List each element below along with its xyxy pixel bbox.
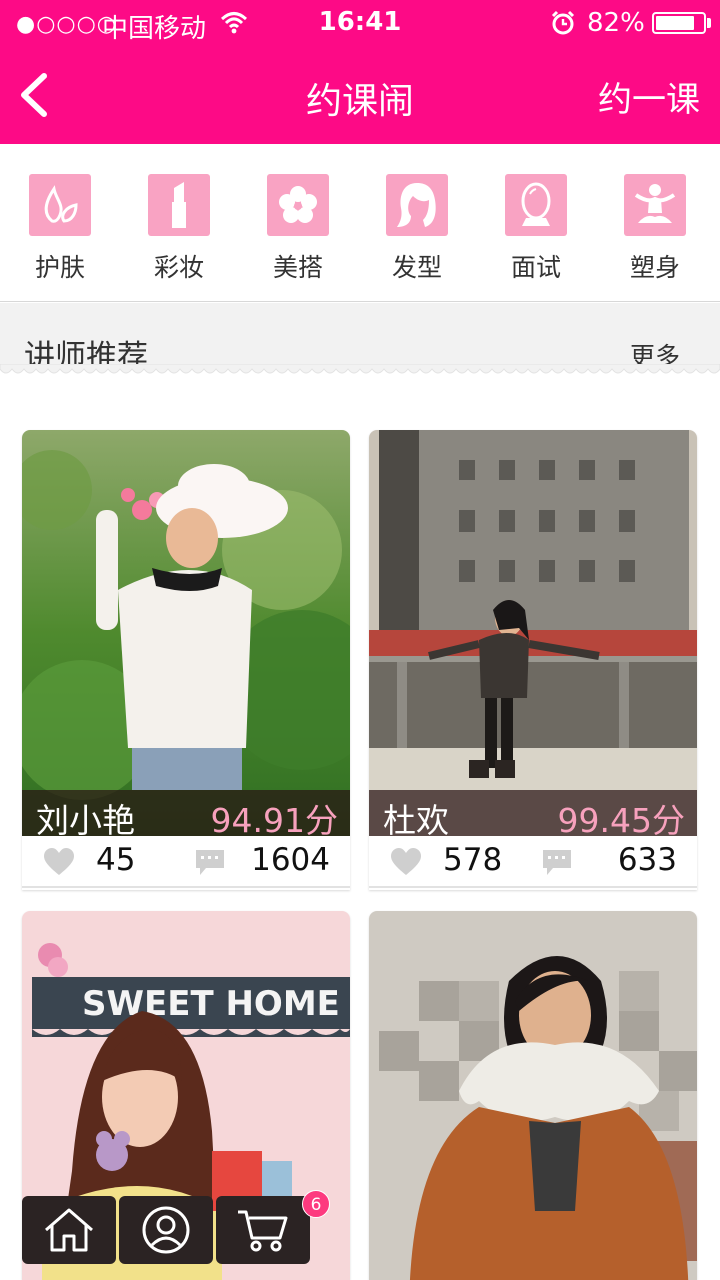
teacher-score: 99.45分 (557, 801, 685, 840)
yoga-icon (624, 174, 686, 236)
comment-icon[interactable] (543, 850, 571, 876)
category-label: 彩妆 (153, 253, 204, 282)
category-body-shaping[interactable]: 塑身 (595, 174, 715, 284)
nav-bar: 约课闹 约一课 (0, 46, 720, 144)
hair-icon (386, 174, 448, 236)
comment-icon[interactable] (196, 850, 224, 876)
battery-tip (707, 18, 711, 28)
teacher-photo (369, 911, 697, 1280)
lipstick-icon (148, 174, 210, 236)
comment-count: 633 (617, 842, 677, 878)
category-skincare[interactable]: 护肤 (0, 174, 120, 284)
battery-percent: 82% (587, 8, 645, 38)
category-label: 面试 (510, 253, 561, 282)
skincare-icon (29, 174, 91, 236)
flower-icon (267, 174, 329, 236)
like-count: 45 (96, 842, 136, 878)
comment-count: 1604 (251, 842, 330, 878)
heart-icon[interactable] (44, 848, 74, 876)
category-hairstyle[interactable]: 发型 (357, 174, 477, 284)
battery-icon (652, 12, 706, 34)
book-class-button[interactable]: 约一课 (598, 72, 700, 121)
recommended-teachers-header: 讲师推荐 更多 (0, 303, 720, 375)
teacher-info-bar: 杜欢 99.45分 (369, 790, 697, 840)
teacher-card[interactable]: 刘小艳 94.91分 45 1604 (22, 430, 350, 890)
teacher-score: 94.91分 (210, 801, 338, 840)
teacher-card[interactable]: 杜欢 99.45分 578 633 (369, 430, 697, 890)
like-count: 578 (443, 842, 503, 878)
teacher-name: 刘小艳 (36, 801, 135, 840)
teacher-photo (22, 430, 350, 836)
category-label: 护肤 (34, 253, 85, 282)
photo-sign: SWEET HOME (82, 984, 340, 1024)
category-outfit[interactable]: 美搭 (238, 174, 358, 284)
tab-cart[interactable] (216, 1196, 310, 1264)
teacher-name: 杜欢 (383, 801, 449, 840)
teacher-photo (369, 430, 697, 836)
status-bar: ●○○○○ 中国移动 16:41 82% (0, 0, 720, 46)
heart-icon[interactable] (391, 848, 421, 876)
tab-profile[interactable] (119, 1196, 213, 1264)
category-makeup[interactable]: 彩妆 (119, 174, 239, 284)
battery-level (656, 16, 694, 30)
category-label: 发型 (391, 253, 442, 282)
tab-home[interactable] (22, 1196, 116, 1264)
scallop-divider (0, 364, 720, 374)
teacher-stats: 578 633 (369, 836, 697, 888)
profile-icon (142, 1206, 190, 1254)
category-interview[interactable]: 面试 (476, 174, 596, 284)
teacher-stats: 45 1604 (22, 836, 350, 888)
alarm-icon (551, 10, 575, 35)
mirror-icon (505, 174, 567, 236)
category-label: 塑身 (629, 253, 680, 282)
teacher-info-bar: 刘小艳 94.91分 (22, 790, 350, 840)
home-icon (45, 1208, 93, 1252)
cart-icon (238, 1210, 288, 1252)
category-label: 美搭 (272, 253, 323, 282)
teacher-card[interactable] (369, 911, 697, 1280)
category-bar: 护肤 彩妆 美搭 发型 面试 塑身 (0, 144, 720, 302)
cart-badge: 6 (302, 1190, 330, 1218)
